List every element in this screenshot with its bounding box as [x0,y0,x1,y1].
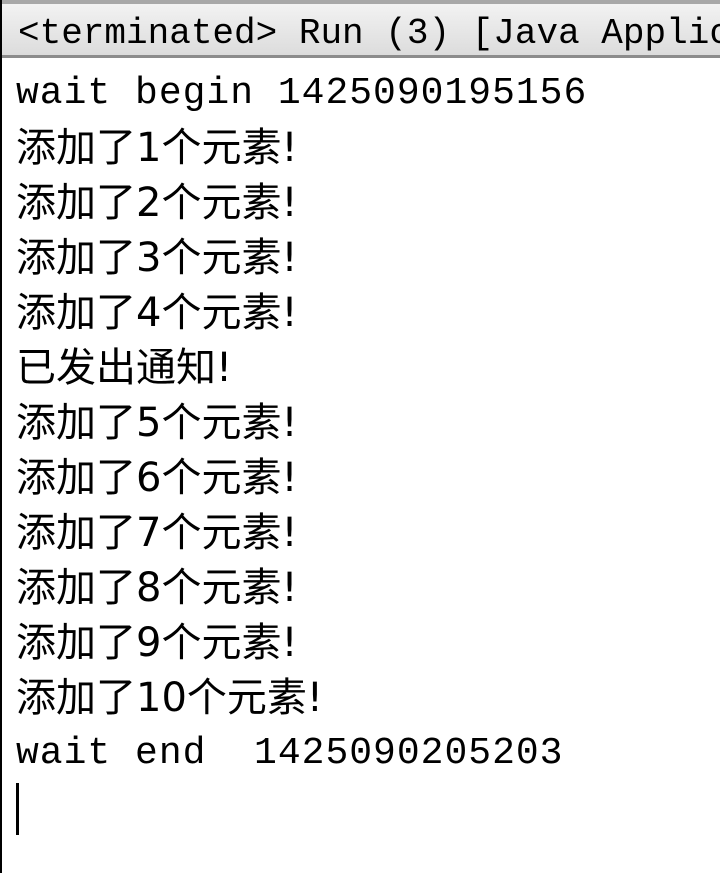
console-line: 添加了6个元素! [16,455,298,501]
console-output[interactable]: wait begin 1425090195156 添加了1个元素! 添加了2个元… [16,66,720,873]
console-line: 添加了2个元素! [16,180,298,226]
console-line: 添加了5个元素! [16,400,298,446]
console-line: 添加了7个元素! [16,510,298,556]
text-cursor [16,783,19,835]
console-line: 添加了10个元素! [16,675,323,721]
console-window: <terminated> Run (3) [Java Applicati wai… [0,0,720,873]
console-line: wait end 1425090205203 [16,732,564,775]
console-line: wait begin 1425090195156 [16,72,588,115]
console-line: 添加了8个元素! [16,565,298,611]
console-line: 添加了1个元素! [16,125,298,171]
console-line: 已发出通知! [16,345,233,391]
console-line: 添加了4个元素! [16,290,298,336]
console-line: 添加了3个元素! [16,235,298,281]
console-title: <terminated> Run (3) [Java Applicati [18,13,720,54]
console-line: 添加了9个元素! [16,620,298,666]
console-header: <terminated> Run (3) [Java Applicati [2,0,720,58]
